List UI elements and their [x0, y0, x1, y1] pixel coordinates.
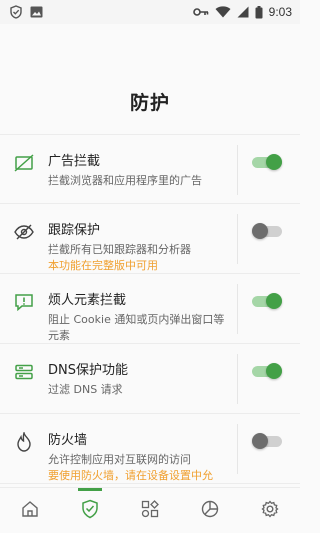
ad-blocking-toggle[interactable]	[252, 154, 282, 170]
feature-desc: 过滤 DNS 请求	[48, 383, 123, 396]
vpn-key-icon	[192, 7, 209, 17]
shield-check-icon	[81, 499, 99, 523]
feature-firewall[interactable]: 防火墙 允许控制应用对互联网的访问 要使用防火墙，请在设备设置中允	[0, 414, 300, 484]
pie-chart-icon	[201, 500, 219, 522]
status-right: 9:03	[192, 5, 292, 19]
divider	[237, 284, 238, 334]
toggle-thumb	[266, 293, 282, 309]
feature-warning: 要使用防火墙，请在设备设置中允	[48, 469, 213, 482]
eye-slash-icon	[14, 222, 34, 242]
chat-alert-icon	[14, 292, 34, 312]
feature-title: 防火墙	[48, 433, 88, 448]
ad-block-icon	[14, 153, 34, 173]
nav-apps[interactable]	[120, 488, 180, 533]
bottom-navigation	[0, 487, 300, 533]
annoyance-blocking-toggle[interactable]	[252, 293, 282, 309]
feature-dns-protection[interactable]: DNS保护功能 过滤 DNS 请求	[0, 344, 300, 414]
status-time: 9:03	[268, 5, 292, 19]
divider	[237, 145, 238, 195]
flame-icon	[14, 432, 34, 452]
server-icon	[14, 362, 34, 382]
cellular-signal-icon	[237, 6, 249, 18]
nav-settings[interactable]	[240, 488, 300, 533]
feature-desc: 拦截所有已知跟踪器和分析器	[48, 243, 191, 256]
feature-desc: 阻止 Cookie 通知或页内弹出窗口等元素	[48, 313, 225, 342]
protection-feature-list: 广告拦截 拦截浏览器和应用程序里的广告 跟踪保护 拦截所有已知跟踪器和分析器 本…	[0, 134, 300, 484]
feature-desc: 拦截浏览器和应用程序里的广告	[48, 174, 202, 187]
feature-annoyance-blocking[interactable]: 烦人元素拦截 阻止 Cookie 通知或页内弹出窗口等元素	[0, 274, 300, 344]
feature-text: DNS保护功能 过滤 DNS 请求	[48, 362, 234, 398]
firewall-toggle[interactable]	[252, 433, 282, 449]
page-title: 防护	[129, 92, 170, 114]
nav-home[interactable]	[0, 488, 60, 533]
feature-warning: 本功能在完整版中可用	[48, 259, 158, 272]
feature-ad-blocking[interactable]: 广告拦截 拦截浏览器和应用程序里的广告	[0, 134, 300, 204]
nav-statistics[interactable]	[180, 488, 240, 533]
divider	[237, 424, 238, 474]
divider	[237, 214, 238, 264]
feature-desc: 允许控制应用对互联网的访问	[48, 453, 191, 466]
battery-icon	[255, 5, 263, 19]
image-notification-icon	[30, 6, 43, 18]
feature-text: 防火墙 允许控制应用对互联网的访问 要使用防火墙，请在设备设置中允	[48, 432, 234, 484]
gear-icon	[261, 499, 279, 522]
toggle-thumb	[266, 363, 282, 379]
apps-grid-icon	[141, 499, 159, 522]
divider	[237, 354, 238, 404]
wifi-icon	[215, 6, 231, 18]
feature-text: 广告拦截 拦截浏览器和应用程序里的广告	[48, 153, 234, 189]
feature-title: DNS保护功能	[48, 363, 128, 378]
feature-tracking-protection[interactable]: 跟踪保护 拦截所有已知跟踪器和分析器 本功能在完整版中可用	[0, 204, 300, 274]
toggle-thumb	[266, 154, 282, 170]
status-bar: 9:03	[0, 0, 300, 24]
home-icon	[21, 500, 39, 522]
feature-title: 烦人元素拦截	[48, 293, 127, 308]
tracking-protection-toggle[interactable]	[252, 223, 282, 239]
dns-protection-toggle[interactable]	[252, 363, 282, 379]
notification-shield-icon	[10, 5, 22, 19]
feature-title: 广告拦截	[48, 154, 101, 169]
toggle-thumb	[252, 223, 268, 239]
feature-title: 跟踪保护	[48, 223, 101, 238]
nav-protection[interactable]	[60, 488, 120, 533]
feature-text: 跟踪保护 拦截所有已知跟踪器和分析器 本功能在完整版中可用	[48, 222, 234, 274]
status-left	[10, 5, 43, 19]
toggle-thumb	[252, 433, 268, 449]
feature-text: 烦人元素拦截 阻止 Cookie 通知或页内弹出窗口等元素	[48, 292, 234, 344]
